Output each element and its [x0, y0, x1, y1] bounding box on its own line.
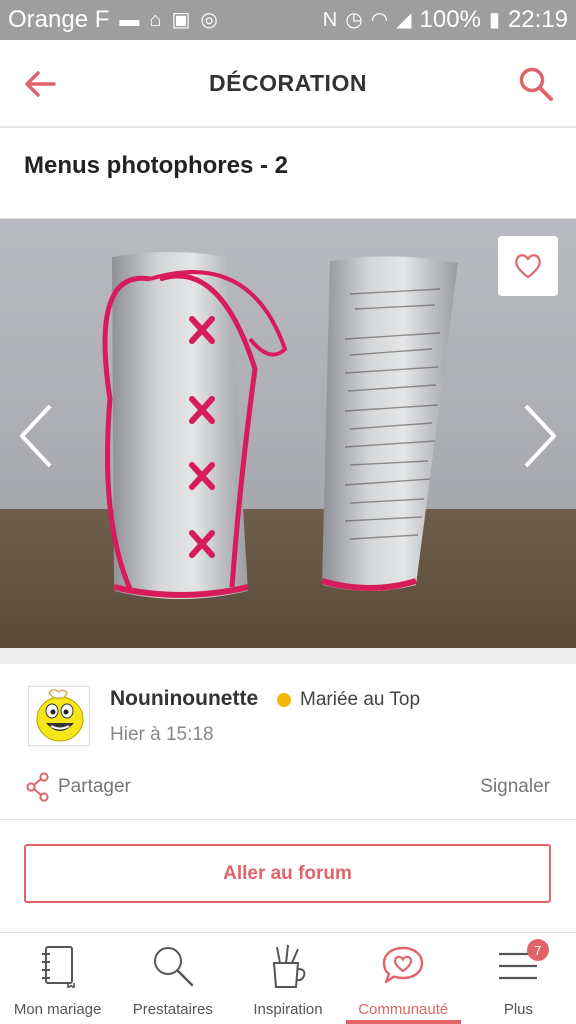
- nav-item-communaute[interactable]: Communauté: [345, 933, 462, 1024]
- photophore-image: [0, 219, 576, 648]
- heart-bubble-icon: [383, 946, 424, 984]
- post-timestamp: Hier à 15:18: [110, 724, 214, 745]
- chevron-right-icon: [524, 404, 556, 468]
- battery-percent: 100%: [419, 6, 481, 33]
- post-title: Menus photophores - 2: [24, 152, 288, 179]
- nav-label: Plus: [503, 1001, 533, 1018]
- section-divider: [0, 648, 576, 664]
- report-button[interactable]: Signaler: [480, 776, 550, 798]
- facebook-icon: ▣: [171, 9, 191, 31]
- signal-icon: ◢: [396, 9, 412, 31]
- author-badge: Mariée au Top: [300, 689, 421, 710]
- pencil-cup-icon: [272, 944, 306, 988]
- notebook-icon: [41, 946, 75, 988]
- nav-label: Mon mariage: [13, 1001, 102, 1018]
- nav-item-inspiration[interactable]: Inspiration: [230, 933, 345, 1024]
- nav-label: Inspiration: [253, 1001, 323, 1018]
- back-button[interactable]: [18, 62, 62, 106]
- avatar[interactable]: [28, 686, 90, 746]
- previous-photo-button[interactable]: [14, 401, 58, 471]
- badge-dot-icon: [277, 693, 291, 707]
- instagram-icon: ◎: [200, 9, 218, 31]
- arrow-left-icon: [25, 71, 56, 97]
- alarm-icon: ◷: [345, 9, 363, 31]
- author-name[interactable]: Nouninounette: [110, 687, 258, 711]
- heart-icon: [515, 254, 541, 279]
- status-bar: Orange F ▬ ⌂ ▣ ◎ N ◷ ◠ ◢ 100% ▮ 22:19: [0, 0, 576, 40]
- message-icon: ▬: [119, 9, 140, 31]
- carrier-label: Orange F: [8, 6, 110, 33]
- post-photo[interactable]: [0, 218, 576, 648]
- nav-item-prestataires[interactable]: Prestataires: [115, 933, 230, 1024]
- author-row: Nouninounette Mariée au Top Hier à 15:18: [0, 664, 576, 764]
- battery-icon: ▮: [488, 9, 500, 31]
- search-icon: [153, 947, 193, 987]
- go-to-forum-button[interactable]: Aller au forum: [24, 844, 551, 903]
- favorite-button[interactable]: [498, 236, 558, 296]
- clock: 22:19: [507, 6, 568, 33]
- broom-icon: ⌂: [149, 9, 162, 31]
- wifi-icon: ◠: [370, 9, 389, 31]
- chevron-left-icon: [20, 404, 52, 468]
- nfc-icon: N: [322, 9, 338, 31]
- nav-item-plus[interactable]: 7 Plus: [461, 933, 576, 1024]
- share-button[interactable]: Partager: [26, 772, 131, 802]
- bottom-navigation: Mon mariage Prestataires Inspiration Com…: [0, 932, 576, 1024]
- smiley-avatar-icon: [29, 687, 89, 745]
- nav-label: Prestataires: [132, 1001, 213, 1018]
- next-photo-button[interactable]: [518, 401, 562, 471]
- share-label: Partager: [58, 776, 131, 797]
- search-icon: [519, 67, 553, 101]
- search-button[interactable]: [514, 62, 558, 106]
- app-header: DÉCORATION: [0, 40, 576, 128]
- nav-item-mon-mariage[interactable]: Mon mariage: [0, 933, 115, 1024]
- post-actions: Partager Signaler: [0, 764, 576, 820]
- notification-badge: 7: [526, 939, 549, 961]
- page-title: DÉCORATION: [209, 69, 367, 96]
- share-icon: [26, 772, 49, 802]
- nav-label: Communauté: [358, 1001, 449, 1018]
